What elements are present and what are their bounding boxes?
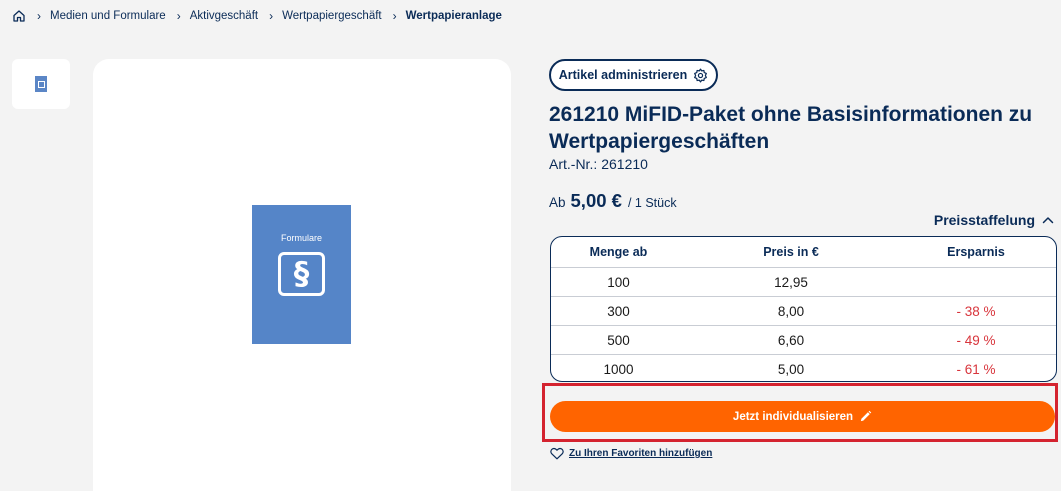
row-saving: - 38 % <box>956 303 996 319</box>
product-cover-image[interactable]: Formulare § <box>252 205 351 344</box>
row-price: 8,00 <box>777 303 805 319</box>
gallery-thumbnail[interactable] <box>12 59 70 109</box>
breadcrumb-separator-icon: › <box>37 9 41 23</box>
breadcrumb-item-current: Wertpapieranlage <box>405 10 502 22</box>
price-prefix: Ab <box>549 195 566 210</box>
breadcrumb-separator-icon: › <box>392 9 397 23</box>
table-row: 500 6,60 - 49 % <box>551 325 1056 354</box>
header-saving: Ersparnis <box>947 245 1005 259</box>
admin-article-label: Artikel administrieren <box>558 68 688 82</box>
header-quantity: Menge ab <box>589 245 648 259</box>
article-number: Art.-Nr.: 261210 <box>549 156 648 172</box>
price-tiers-toggle[interactable]: Preisstaffelung <box>934 212 1055 228</box>
row-saving: - 49 % <box>956 332 996 348</box>
row-price: 5,00 <box>777 361 805 377</box>
article-number-value: 261210 <box>601 156 648 172</box>
thumbnail-image <box>35 76 47 92</box>
breadcrumb: › Medien und Formulare › Aktivgeschäft ›… <box>12 8 502 24</box>
price-tiers-label: Preisstaffelung <box>933 212 1035 228</box>
table-row: 300 8,00 - 38 % <box>551 296 1056 325</box>
breadcrumb-separator-icon: › <box>269 9 274 23</box>
price-line: Ab 5,00 € / 1 Stück <box>549 190 677 212</box>
price-value: 5,00 € <box>570 190 622 211</box>
row-quantity: 500 <box>607 332 630 348</box>
row-quantity: 300 <box>607 303 630 319</box>
table-header-row: Menge ab Preis in € Ersparnis <box>551 237 1056 267</box>
add-to-favorites-label: Zu Ihren Favoriten hinzufügen <box>569 448 713 459</box>
row-quantity: 1000 <box>603 361 634 377</box>
row-quantity: 100 <box>607 274 630 290</box>
add-to-favorites-link[interactable]: Zu Ihren Favoriten hinzufügen <box>550 447 712 460</box>
row-price: 12,95 <box>774 274 808 290</box>
personalize-button-label: Jetzt individualisieren <box>732 410 854 423</box>
home-icon[interactable] <box>12 9 26 23</box>
row-price: 6,60 <box>777 332 805 348</box>
pencil-icon <box>859 410 872 423</box>
personalize-button[interactable]: Jetzt individualisieren <box>550 401 1055 432</box>
admin-article-button[interactable]: Artikel administrieren <box>549 59 718 91</box>
header-price: Preis in € <box>763 245 819 259</box>
heart-icon <box>550 447 564 460</box>
breadcrumb-item-medien[interactable]: Medien und Formulare <box>50 10 166 22</box>
price-unit: / 1 Stück <box>627 196 677 210</box>
breadcrumb-item-aktivgeschaeft[interactable]: Aktivgeschäft <box>190 10 258 22</box>
paragraph-icon: § <box>278 252 325 296</box>
price-tiers-table: Menge ab Preis in € Ersparnis 100 12,95 … <box>550 236 1057 382</box>
breadcrumb-item-wertpapiergeschaeft[interactable]: Wertpapiergeschäft <box>282 10 382 22</box>
gear-icon <box>693 68 708 83</box>
breadcrumb-separator-icon: › <box>176 9 181 23</box>
chevron-up-icon <box>1041 213 1055 227</box>
table-row: 1000 5,00 - 61 % <box>551 354 1056 381</box>
table-row: 100 12,95 <box>551 267 1056 296</box>
row-saving: - 61 % <box>956 361 996 377</box>
article-number-label: Art.-Nr.: <box>549 156 598 172</box>
cover-title: Formulare <box>280 233 322 243</box>
product-title: 261210 MiFID-Paket ohne Basisinformation… <box>549 103 1033 153</box>
product-image-card: Formulare § <box>93 59 511 491</box>
